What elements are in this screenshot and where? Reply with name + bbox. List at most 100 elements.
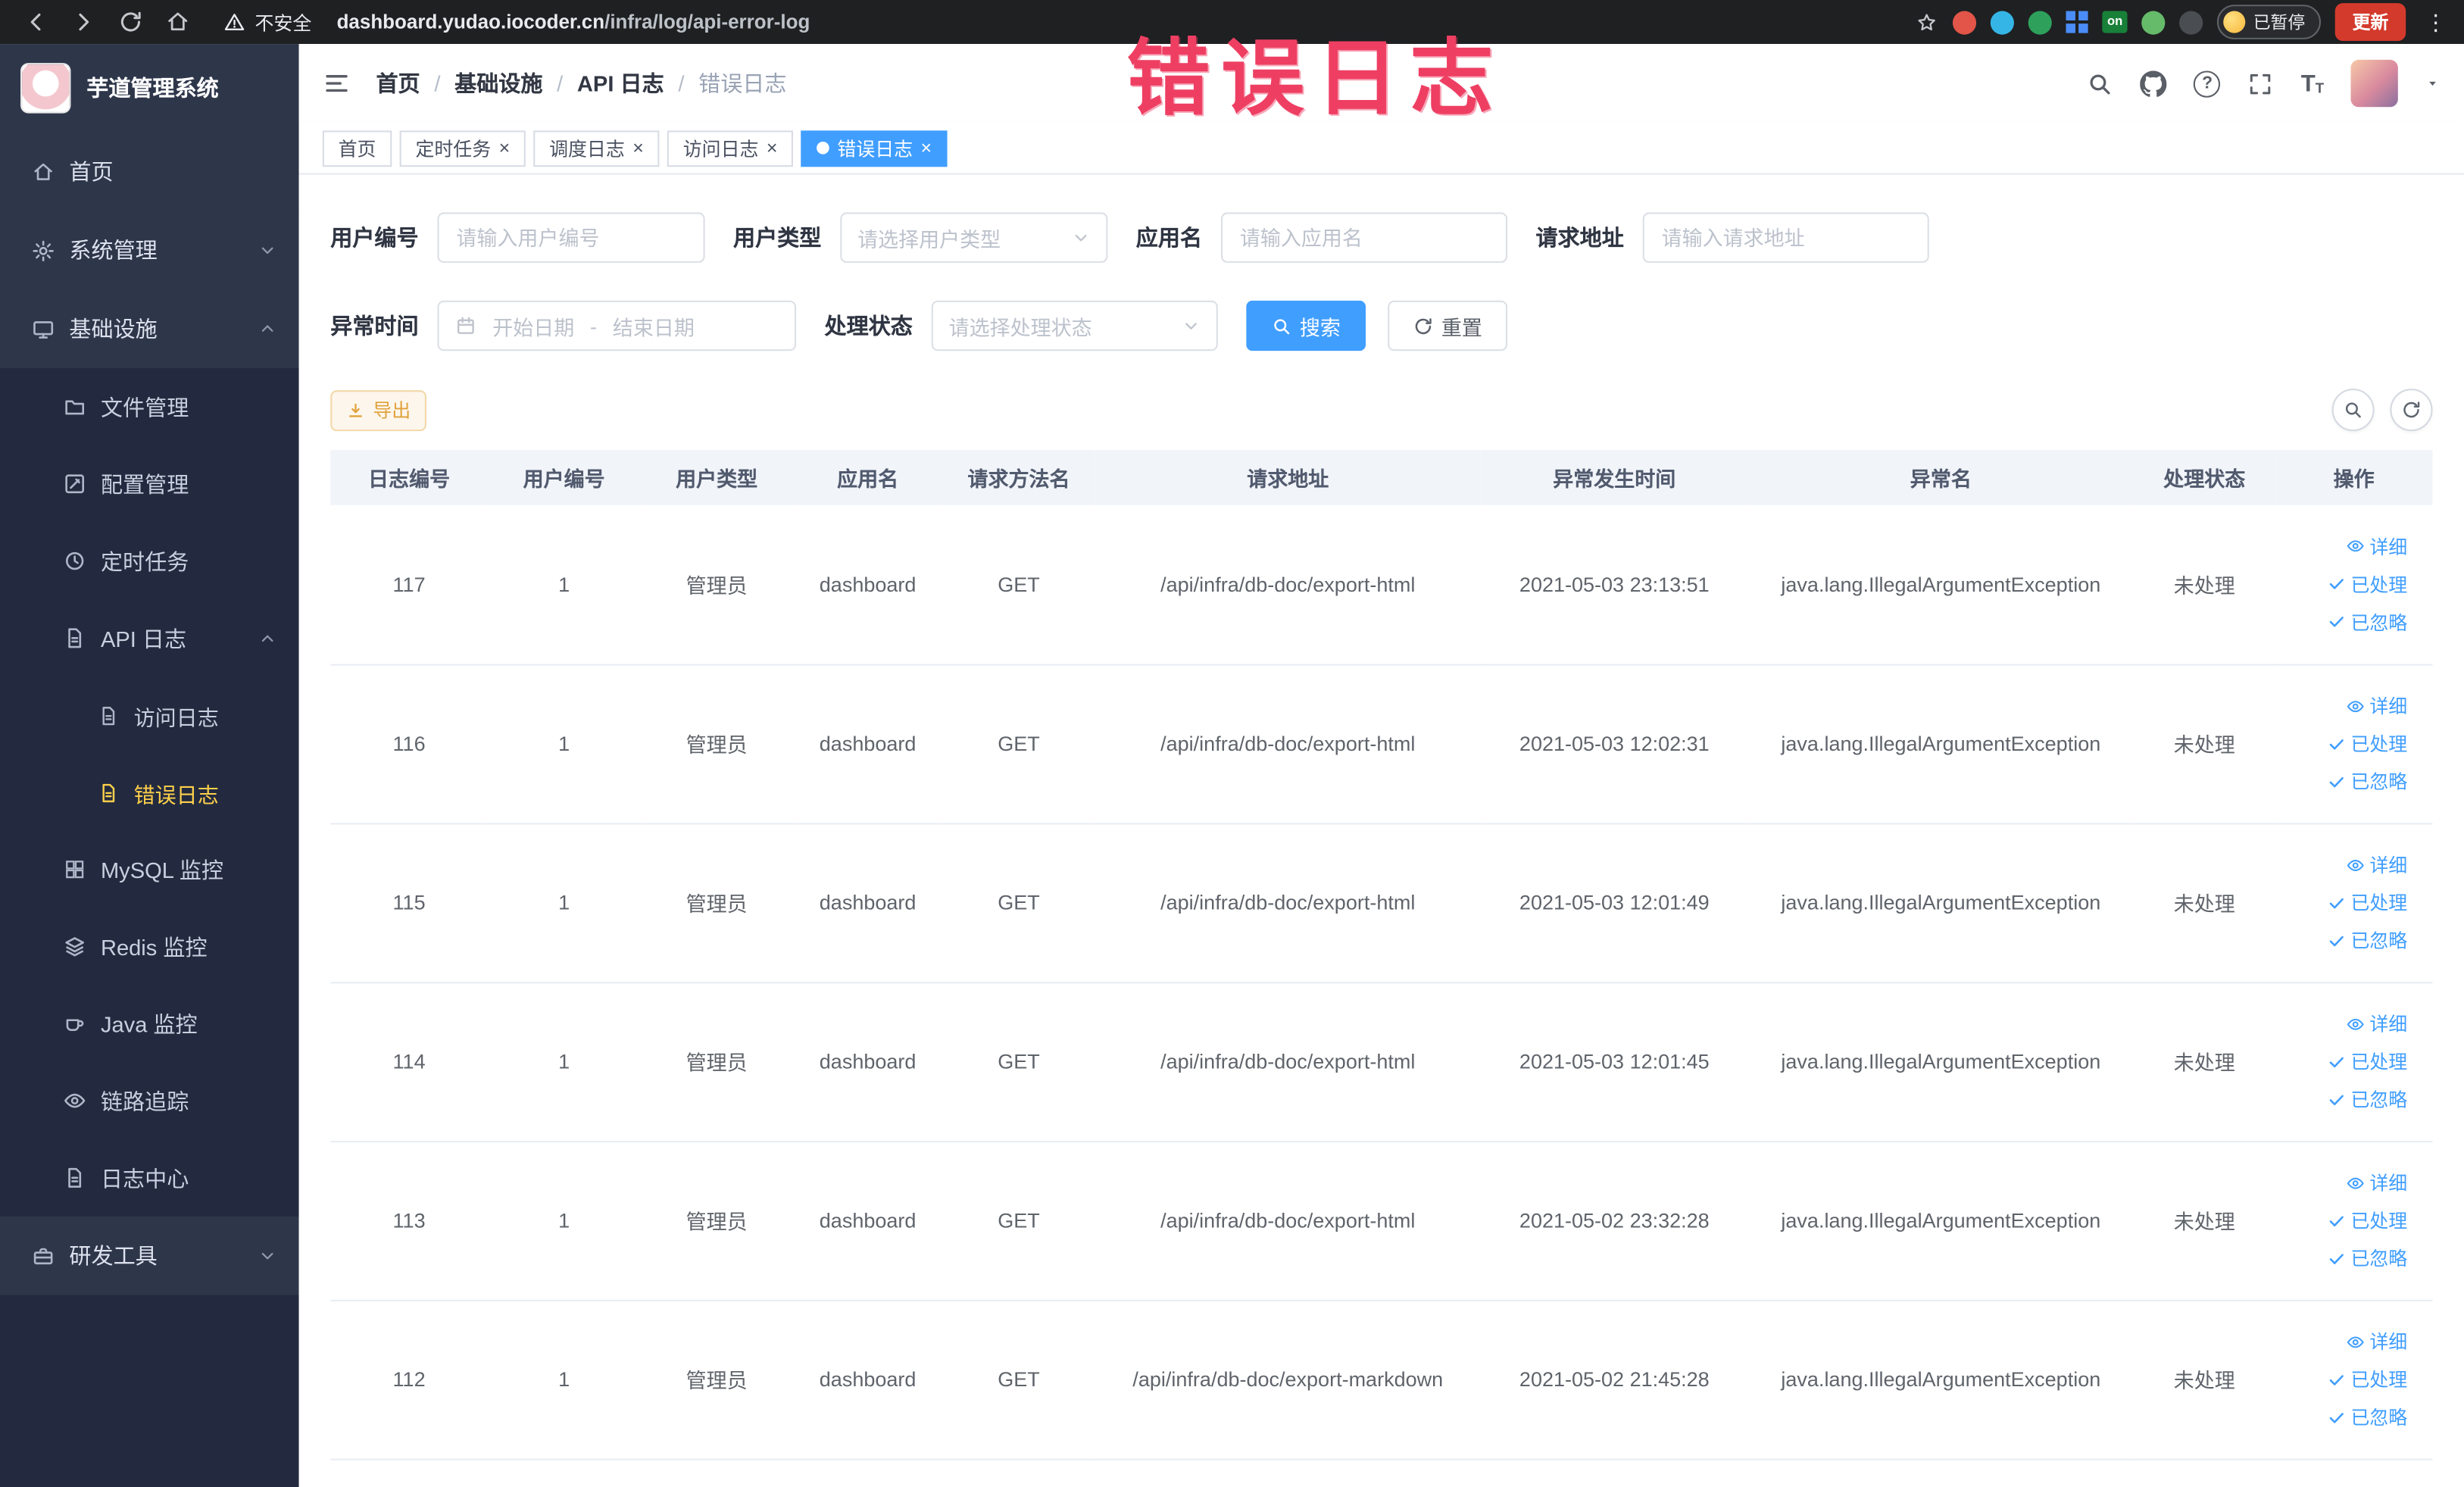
paused-badge[interactable]: 已暂停 <box>2216 5 2322 39</box>
ignored-link[interactable]: 已忽略 <box>2327 1245 2407 1271</box>
github-icon[interactable] <box>2141 70 2167 96</box>
home-icon <box>32 160 55 183</box>
detail-link[interactable]: 详细 <box>2346 1328 2407 1354</box>
tab-error-log[interactable]: 错误日志 × <box>801 130 948 167</box>
cell-exception: java.lang.IllegalArgumentException <box>1747 664 2134 824</box>
processed-link[interactable]: 已处理 <box>2327 571 2407 598</box>
sidebar-item-config-mgmt[interactable]: 配置管理 <box>0 445 299 523</box>
breadcrumb-item-api-log[interactable]: API 日志 <box>577 67 664 99</box>
page-content: 用户编号 用户类型 请选择用户类型 应用名 <box>298 174 2464 1487</box>
ignored-link[interactable]: 已忽略 <box>2327 1404 2407 1430</box>
sidebar-item-error-log[interactable]: 错误日志 <box>0 754 299 831</box>
browser-back-icon[interactable] <box>23 9 48 34</box>
process-status-select[interactable]: 请选择处理状态 <box>931 300 1218 351</box>
user-avatar[interactable] <box>2350 59 2398 108</box>
search-icon[interactable] <box>2087 70 2113 96</box>
sidebar-item-api-log[interactable]: API 日志 <box>0 599 299 676</box>
export-button[interactable]: 导出 <box>330 389 426 431</box>
sidebar-item-access-log[interactable]: 访问日志 <box>0 676 299 754</box>
chevron-down-icon <box>258 1246 277 1265</box>
detail-link[interactable]: 详细 <box>2346 1011 2407 1037</box>
bookmark-star-icon[interactable] <box>1916 11 1939 34</box>
eye-icon <box>2346 1332 2365 1351</box>
sidebar-item-dev-tools[interactable]: 研发工具 <box>0 1216 299 1295</box>
sidebar-item-log-center[interactable]: 日志中心 <box>0 1139 299 1217</box>
breadcrumb-item-home[interactable]: 首页 <box>376 67 420 99</box>
detail-link[interactable]: 详细 <box>2346 533 2407 560</box>
sidebar-item-label: 错误日志 <box>133 783 219 807</box>
cell-actions: 详细 已处理 已忽略 <box>2275 1141 2433 1301</box>
processed-link[interactable]: 已处理 <box>2327 1207 2407 1233</box>
tab-scheduled-jobs[interactable]: 定时任务 × <box>399 130 526 167</box>
sidebar-item-link-trace[interactable]: 链路追踪 <box>0 1062 299 1139</box>
detail-link[interactable]: 详细 <box>2346 851 2407 878</box>
request-url-input[interactable] <box>1642 212 1929 263</box>
extension-icon-7[interactable] <box>2179 10 2203 34</box>
processed-link[interactable]: 已处理 <box>2327 1048 2407 1074</box>
sidebar-item-java-monitor[interactable]: Java 监控 <box>0 985 299 1062</box>
fullscreen-icon[interactable] <box>2247 70 2274 96</box>
close-icon[interactable]: × <box>632 139 644 158</box>
ignored-link[interactable]: 已忽略 <box>2327 1086 2407 1112</box>
extension-grid-icon[interactable] <box>2066 11 2089 33</box>
close-icon[interactable]: × <box>767 139 778 158</box>
user-type-select[interactable]: 请选择用户类型 <box>840 212 1108 263</box>
sidebar-item-home[interactable]: 首页 <box>0 132 299 211</box>
browser-update-button[interactable]: 更新 <box>2334 3 2406 42</box>
browser-forward-icon[interactable] <box>70 9 95 34</box>
close-icon[interactable]: × <box>499 139 511 158</box>
sidebar-item-system-mgmt[interactable]: 系统管理 <box>0 211 299 290</box>
detail-link[interactable]: 详细 <box>2346 1169 2407 1195</box>
search-button[interactable]: 搜索 <box>1246 300 1366 351</box>
sidebar-item-label: Java 监控 <box>100 1011 198 1036</box>
processed-link[interactable]: 已处理 <box>2327 1366 2407 1392</box>
cell-status: 未处理 <box>2133 823 2275 983</box>
refresh-button[interactable] <box>2390 389 2433 432</box>
sidebar-item-mysql-monitor[interactable]: MySQL 监控 <box>0 831 299 908</box>
extension-icon-1[interactable] <box>1953 10 1977 34</box>
tab-home[interactable]: 首页 <box>322 130 392 167</box>
browser-menu-icon[interactable]: ⋮ <box>2425 8 2447 35</box>
user-id-input[interactable] <box>437 212 705 263</box>
ignored-link[interactable]: 已忽略 <box>2327 768 2407 795</box>
tab-dispatch-log[interactable]: 调度日志 × <box>533 130 660 167</box>
hamburger-icon[interactable] <box>323 69 351 97</box>
extension-icon-3[interactable] <box>2028 10 2053 34</box>
breadcrumb-item-infrastructure[interactable]: 基础设施 <box>454 67 542 99</box>
reset-button[interactable]: 重置 <box>1388 300 1508 351</box>
extension-icon-2[interactable] <box>1991 10 2015 34</box>
extension-on-badge[interactable]: on <box>2102 11 2128 33</box>
sidebar-item-infrastructure[interactable]: 基础设施 <box>0 289 299 369</box>
processed-link[interactable]: 已处理 <box>2327 889 2407 916</box>
ignored-link[interactable]: 已忽略 <box>2327 608 2407 635</box>
app-logo[interactable]: 芋道管理系统 <box>0 44 299 133</box>
font-size-icon[interactable]: TT <box>2301 72 2324 95</box>
emoji-icon <box>2223 11 2246 33</box>
browser-reload-icon[interactable] <box>118 9 143 34</box>
address-bar[interactable]: 不安全 dashboard.yudao.iocoder.cn/infra/log… <box>223 8 810 35</box>
url-text: dashboard.yudao.iocoder.cn/infra/log/api… <box>337 11 810 33</box>
user-type-label: 用户类型 <box>733 225 822 251</box>
app-name-input[interactable] <box>1220 212 1508 263</box>
browser-home-icon[interactable] <box>165 9 190 34</box>
close-icon[interactable]: × <box>920 139 932 158</box>
sidebar-item-redis-monitor[interactable]: Redis 监控 <box>0 908 299 986</box>
tab-access-log[interactable]: 访问日志 × <box>667 130 794 167</box>
detail-link[interactable]: 详细 <box>2346 692 2407 719</box>
ignored-link[interactable]: 已忽略 <box>2327 927 2407 954</box>
document-icon <box>63 626 86 650</box>
cell-time: 2021-05-02 23:32:28 <box>1480 1141 1748 1301</box>
help-icon[interactable]: ? <box>2194 70 2221 97</box>
processed-link[interactable]: 已处理 <box>2327 730 2407 757</box>
extension-icon-6[interactable] <box>2141 10 2166 34</box>
exception-time-range-picker[interactable]: 开始日期 - 结束日期 <box>437 300 797 351</box>
caret-down-icon[interactable] <box>2425 76 2441 92</box>
cell-exception: java.lang.IllegalArgumentException <box>1747 823 2134 983</box>
cell-user-type: 管理员 <box>640 823 793 983</box>
search-toggle-button[interactable] <box>2331 389 2375 432</box>
table-row: 112 1 管理员 dashboard GET /api/infra/db-do… <box>330 1299 2433 1460</box>
navbar-right: ? TT <box>2087 59 2441 108</box>
sidebar-item-file-mgmt[interactable]: 文件管理 <box>0 368 299 445</box>
user-id-label: 用户编号 <box>330 225 419 251</box>
sidebar-item-scheduled-jobs[interactable]: 定时任务 <box>0 523 299 600</box>
